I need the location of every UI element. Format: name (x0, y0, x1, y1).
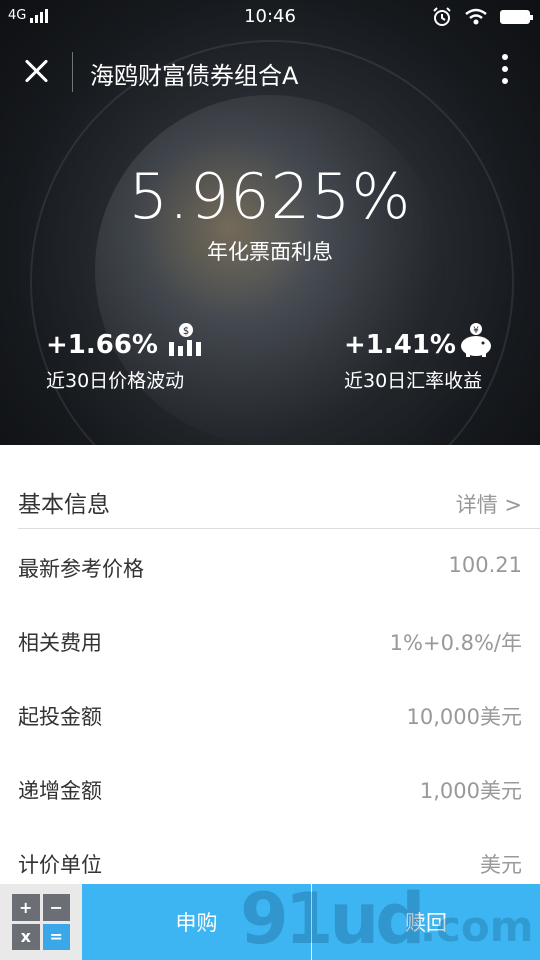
more-menu-icon[interactable] (502, 54, 510, 88)
list-item-label: 起投金额 (18, 705, 102, 729)
hero-background: 4G 10:46 海鸥财富债券组合A 5.9625% 年化票面利息 +1.66%… (0, 0, 540, 445)
close-icon[interactable] (22, 56, 52, 86)
nav-divider (72, 52, 73, 92)
list-item-value: 美元 (480, 853, 522, 877)
price-fluctuation-stat: +1.66% 近30日价格波动 $ (46, 323, 201, 393)
bottom-action-bar: + − x = 申购 赎回 91ud .com (0, 878, 540, 960)
svg-text:¥: ¥ (473, 326, 479, 336)
calculator-icon: + − x = (12, 894, 70, 950)
list-item-value: 100.21 (448, 553, 522, 577)
list-item: 递增金额 1,000美元 (0, 751, 540, 825)
fx-return-label: 近30日汇率收益 (344, 370, 483, 392)
calculator-button[interactable]: + − x = (0, 884, 82, 960)
calc-key-plus: + (12, 894, 40, 921)
fx-return-stat: +1.41% 近30日汇率收益 ¥ (344, 323, 491, 393)
basic-info-title: 基本信息 (18, 492, 110, 518)
list-item-label: 递增金额 (18, 779, 102, 803)
list-item-value: 10,000美元 (406, 705, 522, 729)
wifi-icon (465, 8, 487, 25)
info-list: 基本信息 详情 > 最新参考价格 100.21 相关费用 1%+0.8%/年 起… (0, 445, 540, 899)
list-item: 相关费用 1%+0.8%/年 (0, 603, 540, 677)
calc-key-equals: = (42, 923, 70, 950)
basic-info-header[interactable]: 基本信息 详情 > (0, 445, 540, 529)
piggy-bank-icon: ¥ (461, 323, 491, 357)
price-fluctuation-label: 近30日价格波动 (46, 370, 185, 392)
list-item-label: 计价单位 (18, 853, 102, 877)
navbar: 海鸥财富债券组合A (0, 44, 540, 100)
list-item: 最新参考价格 100.21 (0, 529, 540, 603)
svg-text:$: $ (183, 326, 189, 337)
list-item-value: 1,000美元 (419, 779, 522, 803)
annual-rate-label: 年化票面利息 (207, 240, 333, 264)
calc-key-times: x (12, 923, 40, 950)
alarm-icon (433, 7, 451, 26)
page-title: 海鸥财富债券组合A (90, 62, 299, 90)
details-link[interactable]: 详情 > (456, 489, 522, 519)
list-item: 起投金额 10,000美元 (0, 677, 540, 751)
battery-icon (500, 10, 533, 24)
watermark-suffix: .com (420, 902, 534, 951)
list-item-label: 最新参考价格 (18, 557, 144, 581)
status-bar: 4G 10:46 (0, 0, 540, 36)
calc-key-minus: − (42, 894, 70, 921)
price-fluctuation-value: +1.66% (46, 330, 158, 360)
list-item-value: 1%+0.8%/年 (389, 631, 522, 655)
annual-rate-value: 5.9625% (128, 160, 412, 233)
list-item-label: 相关费用 (18, 631, 102, 655)
watermark: 91ud (240, 878, 425, 960)
chart-icon: $ (169, 323, 201, 356)
